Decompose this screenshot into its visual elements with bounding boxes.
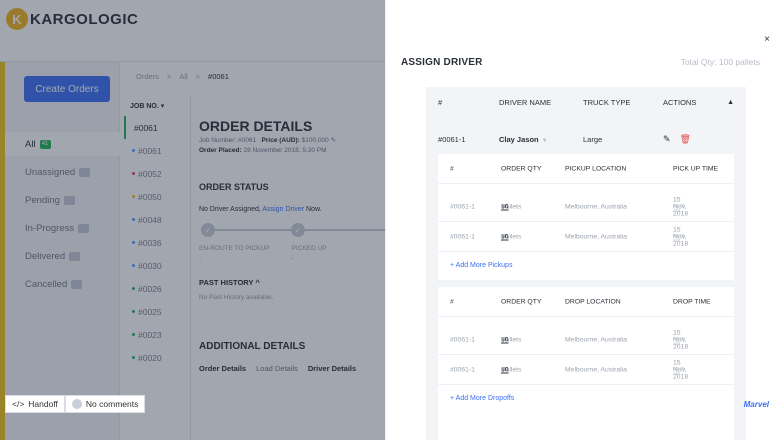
modal-backdrop[interactable]	[0, 0, 385, 440]
dropoffs-header-row: # ORDER QTY DROP LOCATION DROP TIME	[438, 287, 734, 317]
col-header: ACTIONS	[663, 97, 697, 107]
edit-icon[interactable]: ✎	[663, 134, 671, 144]
pickups-table: # ORDER QTY PICKUP LOCATION PICK UP TIME…	[438, 154, 734, 280]
dropoffs-table: # ORDER QTY DROP LOCATION DROP TIME #006…	[438, 287, 734, 440]
col-header: DRIVER NAME	[499, 97, 552, 107]
table-row[interactable]: #0061-1 50 Pallets Melbourne, Australia …	[438, 222, 734, 252]
assignment-row: #0061-1 Clay Jason ▼ Large ✎ 🗑	[426, 124, 746, 154]
chevron-down-icon: ▼	[541, 137, 548, 144]
driver-select[interactable]: Clay Jason ▼	[499, 135, 548, 144]
delete-icon[interactable]: 🗑	[680, 134, 691, 144]
code-icon: </>	[12, 399, 25, 409]
comment-icon	[71, 399, 82, 409]
assign-driver-drawer: × ASSIGN DRIVER Total Qty: 100 pallets #…	[385, 0, 770, 440]
close-icon[interactable]: ×	[764, 34, 770, 45]
prototype-footer: </> Handoff No comments	[5, 395, 146, 413]
truck-type[interactable]: Large	[583, 135, 602, 144]
collapse-up-icon[interactable]: ▲	[727, 99, 734, 106]
marvel-logo[interactable]: Marvel	[744, 400, 769, 409]
add-pickups-link[interactable]: + Add More Pickups	[450, 262, 512, 269]
col-header: TRUCK TYPE	[583, 97, 631, 107]
assignment-number: #0061-1	[438, 134, 466, 144]
col-header: #	[438, 97, 443, 107]
table-row[interactable]: #0061-1 50 Pallets Melbourne, Australia …	[438, 325, 734, 355]
handoff-button[interactable]: </> Handoff	[5, 395, 65, 413]
pickups-header-row: # ORDER QTY PICKUP LOCATION PICK UP TIME	[438, 154, 734, 184]
order-app: K KARGOLOGIC Create Orders All 41 Unassi…	[0, 0, 385, 440]
assignment-card: # DRIVER NAME TRUCK TYPE ACTIONS ▲ #0061…	[426, 87, 746, 440]
table-row[interactable]: #0061-1 50 Pallets Melbourne, Australia …	[438, 192, 734, 222]
table-row[interactable]: #0061-1 50 Pallets Melbourne, Australia …	[438, 355, 734, 385]
total-quantity: Total Qty: 100 pallets	[680, 57, 760, 67]
row-actions: ✎ 🗑	[663, 134, 691, 145]
assignment-header-row: # DRIVER NAME TRUCK TYPE ACTIONS ▲	[426, 87, 746, 117]
drawer-title: ASSIGN DRIVER	[401, 57, 483, 68]
comments-button[interactable]: No comments	[64, 395, 146, 413]
add-dropoffs-link[interactable]: + Add More Dropoffs	[450, 395, 514, 402]
